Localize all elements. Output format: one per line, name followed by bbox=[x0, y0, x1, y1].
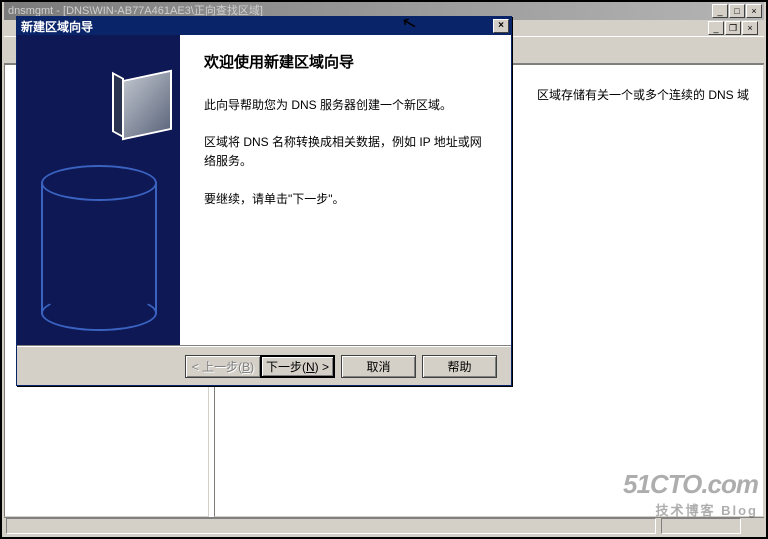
wizard-heading: 欢迎使用新建区域向导 bbox=[204, 51, 487, 72]
wizard-banner-graphic bbox=[17, 35, 180, 345]
new-zone-wizard-dialog: 新建区域向导 × ↖ 欢迎使用新建区域向导 此向导帮助您为 DNS 服务器创建一… bbox=[16, 16, 512, 386]
back-button: < 上一步(B) bbox=[185, 355, 260, 378]
mdi-close-button[interactable]: × bbox=[742, 21, 758, 35]
wizard-paragraph-3: 要继续，请单击"下一步"。 bbox=[204, 190, 487, 209]
wizard-paragraph-1: 此向导帮助您为 DNS 服务器创建一个新区域。 bbox=[204, 96, 487, 115]
status-cell-aux bbox=[661, 518, 741, 534]
status-bar bbox=[4, 517, 764, 535]
wizard-title-text: 新建区域向导 bbox=[21, 18, 93, 35]
mdi-minimize-button[interactable]: _ bbox=[708, 21, 724, 35]
wizard-body: 欢迎使用新建区域向导 此向导帮助您为 DNS 服务器创建一个新区域。 区域将 D… bbox=[17, 35, 511, 345]
cancel-button[interactable]: 取消 bbox=[341, 355, 416, 378]
server-icon bbox=[122, 70, 172, 141]
close-button[interactable]: × bbox=[746, 4, 762, 18]
minimize-button[interactable]: _ bbox=[712, 4, 728, 18]
maximize-button[interactable]: □ bbox=[729, 4, 745, 18]
app-window: dnsmgmt - [DNS\WIN-AB77A461AE3\正向查找区域] _… bbox=[2, 2, 766, 537]
wizard-title-bar[interactable]: 新建区域向导 × bbox=[17, 17, 511, 35]
wizard-paragraph-2: 区域将 DNS 名称转换成相关数据，例如 IP 地址或网络服务。 bbox=[204, 133, 487, 171]
status-cell-main bbox=[6, 518, 656, 534]
mdi-restore-button[interactable]: ❐ bbox=[725, 21, 741, 35]
wizard-close-button[interactable]: × bbox=[493, 19, 509, 33]
wizard-footer: < 上一步(B) 下一步(N) > 取消 帮助 bbox=[17, 345, 511, 387]
help-button[interactable]: 帮助 bbox=[422, 355, 497, 378]
next-button[interactable]: 下一步(N) > bbox=[260, 355, 335, 378]
database-cylinder-icon bbox=[41, 165, 157, 325]
wizard-content: 欢迎使用新建区域向导 此向导帮助您为 DNS 服务器创建一个新区域。 区域将 D… bbox=[180, 35, 511, 345]
